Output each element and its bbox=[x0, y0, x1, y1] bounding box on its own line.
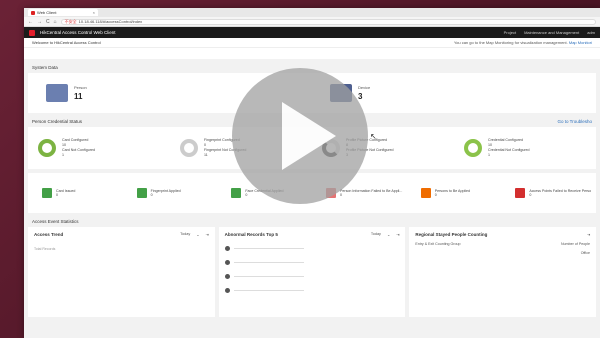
total-records-axis-label: Total Records bbox=[34, 247, 56, 251]
chevron-down-icon[interactable]: ⌄ bbox=[196, 232, 199, 237]
chevron-down-icon[interactable]: ⌄ bbox=[387, 232, 390, 237]
address-bar-row: ← → C ⌂ 不安全 10.18.46.118/#/accessControl… bbox=[24, 17, 600, 27]
rank-icon bbox=[224, 246, 230, 251]
fingerprint-applied-item[interactable]: Fingerprint Applied 0 bbox=[123, 188, 218, 198]
favicon-icon bbox=[31, 10, 35, 15]
url-field[interactable]: 不安全 10.18.46.118/#/accessControl/index bbox=[60, 18, 596, 25]
regional-row: Office bbox=[415, 251, 590, 255]
cred-not-configured-label: Credential Not Configured bbox=[488, 148, 530, 152]
abnormal-row bbox=[224, 246, 400, 251]
device-value: 3 bbox=[358, 92, 363, 101]
url-text: 10.18.46.118/#/accessControl/index bbox=[78, 19, 143, 24]
export-icon[interactable]: ⇥ bbox=[396, 232, 399, 237]
fingerprint-applied-label: Fingerprint Applied bbox=[150, 189, 181, 193]
abnormal-records-card: Abnormal Records Top 5 Today ⌄ ⇥ bbox=[218, 227, 406, 317]
access-points-failed-icon bbox=[515, 188, 526, 198]
welcome-hint: You can go to the Map Monitoring for vis… bbox=[454, 40, 592, 45]
regional-header: Entry & Exit Counting Group Number of Peo… bbox=[415, 242, 590, 246]
welcome-bar: Welcome to HikCentral Access Control You… bbox=[24, 38, 600, 48]
welcome-text: Welcome to HikCentral Access Control bbox=[32, 40, 101, 45]
export-icon[interactable]: ⇥ bbox=[587, 232, 590, 237]
person-value: 11 bbox=[74, 92, 83, 101]
fingerprint-applied-value: 0 bbox=[150, 193, 153, 197]
face-applied-icon bbox=[231, 188, 242, 198]
rank-icon bbox=[224, 274, 230, 279]
access-trend-title: Access Trend bbox=[34, 232, 64, 237]
card-issued-label: Card Issued bbox=[56, 189, 76, 193]
tab-bar: Web Client × bbox=[24, 8, 600, 17]
rank-icon bbox=[224, 260, 230, 265]
card-status[interactable]: Card Configured 10 Card Not Configured 1 bbox=[28, 138, 170, 158]
map-monitoring-link[interactable]: Map Monitori bbox=[569, 40, 592, 45]
abnormal-title: Abnormal Records Top 5 bbox=[224, 232, 278, 237]
fingerprint-ring-icon bbox=[180, 139, 198, 157]
browser-tab[interactable]: Web Client × bbox=[28, 9, 98, 16]
header-item-user[interactable]: adm bbox=[587, 30, 595, 35]
header-item-project[interactable]: Project bbox=[504, 30, 516, 35]
credential-status[interactable]: Credential Configured 10 Credential Not … bbox=[454, 138, 596, 158]
access-trend-card: Access Trend Today ⌄ ⇥ Total Records bbox=[28, 227, 215, 317]
card-issued-value: 0 bbox=[56, 193, 58, 197]
tab-close-icon[interactable]: × bbox=[93, 10, 95, 15]
fingerprint-applied-icon bbox=[136, 188, 147, 198]
abnormal-bar bbox=[233, 289, 304, 292]
troubleshoot-link[interactable]: Go to Troublesho bbox=[557, 119, 592, 124]
abnormal-row bbox=[224, 260, 400, 265]
abnormal-bar bbox=[233, 261, 304, 264]
to-be-applied-icon bbox=[420, 188, 431, 198]
abnormal-range[interactable]: Today bbox=[371, 232, 381, 237]
abnormal-bar bbox=[233, 275, 304, 278]
card-not-configured-value: 1 bbox=[62, 153, 64, 157]
abnormal-row bbox=[224, 274, 400, 279]
card-not-configured-label: Card Not Configured bbox=[62, 148, 95, 152]
refresh-icon[interactable]: C bbox=[46, 19, 50, 25]
system-data-heading: System Data bbox=[32, 65, 58, 70]
forward-arrow-icon[interactable]: → bbox=[37, 19, 42, 25]
card-issued-icon bbox=[42, 188, 52, 198]
regional-col-count: Number of People bbox=[561, 242, 591, 246]
card-issued-item[interactable]: Card Issued 0 bbox=[28, 188, 123, 198]
abnormal-row bbox=[224, 288, 400, 293]
regional-counting-card: Regional Stayed People Counting ⇥ Entry … bbox=[409, 227, 597, 317]
regional-col-group: Entry & Exit Counting Group bbox=[415, 242, 461, 246]
regional-row-office: Office bbox=[580, 251, 591, 255]
regional-title: Regional Stayed People Counting bbox=[415, 232, 488, 237]
access-points-failed-value: 0 bbox=[529, 193, 532, 197]
device-label: Device bbox=[358, 85, 371, 90]
mouse-cursor-icon: ↖ bbox=[370, 132, 377, 141]
welcome-hint-text: You can go to the Map Monitoring for vis… bbox=[453, 40, 568, 45]
credential-ring-icon bbox=[464, 139, 482, 157]
person-label: Person bbox=[74, 85, 87, 90]
header-menu: Project Maintenance and Management adm bbox=[504, 30, 595, 35]
to-be-applied-item[interactable]: Persons to Be Applied 0 bbox=[407, 188, 502, 198]
header-item-maintenance[interactable]: Maintenance and Management bbox=[524, 30, 579, 35]
app-menu-icon[interactable] bbox=[29, 29, 35, 36]
security-label: 不安全 bbox=[64, 18, 77, 24]
home-icon[interactable]: ⌂ bbox=[54, 19, 57, 25]
video-play-button[interactable] bbox=[232, 68, 368, 204]
apply-failed-label: Person Information Failed to Be Appli... bbox=[340, 189, 403, 193]
person-group-icon bbox=[46, 84, 68, 102]
access-points-failed-item[interactable]: Access Points Failed to Receive Perso 0 bbox=[501, 188, 596, 198]
app-title: HikCentral Access Control Web Client bbox=[40, 30, 116, 35]
access-stats-row: Access Trend Today ⌄ ⇥ Total Records Abnor… bbox=[28, 227, 597, 317]
to-be-applied-label: Persons to Be Applied bbox=[434, 189, 471, 193]
card-ring-icon bbox=[38, 139, 56, 157]
access-trend-range[interactable]: Today bbox=[180, 232, 190, 237]
play-icon bbox=[282, 102, 336, 170]
credential-heading: Person Credential Status bbox=[32, 119, 83, 124]
app-header: HikCentral Access Control Web Client Pro… bbox=[24, 27, 600, 38]
back-arrow-icon[interactable]: ← bbox=[28, 19, 33, 25]
export-icon[interactable]: ⇥ bbox=[205, 232, 208, 237]
access-stats-heading: Access Event Statistics bbox=[32, 219, 79, 224]
access-stats-title: Access Event Statistics bbox=[24, 213, 600, 227]
apply-failed-value: 0 bbox=[340, 193, 343, 197]
abnormal-bar bbox=[233, 247, 304, 250]
rank-icon bbox=[224, 288, 230, 293]
to-be-applied-value: 0 bbox=[434, 193, 437, 197]
tab-title: Web Client bbox=[37, 10, 57, 15]
access-points-failed-label: Access Points Failed to Receive Perso bbox=[529, 189, 592, 193]
cred-not-configured-value: 1 bbox=[488, 153, 490, 157]
